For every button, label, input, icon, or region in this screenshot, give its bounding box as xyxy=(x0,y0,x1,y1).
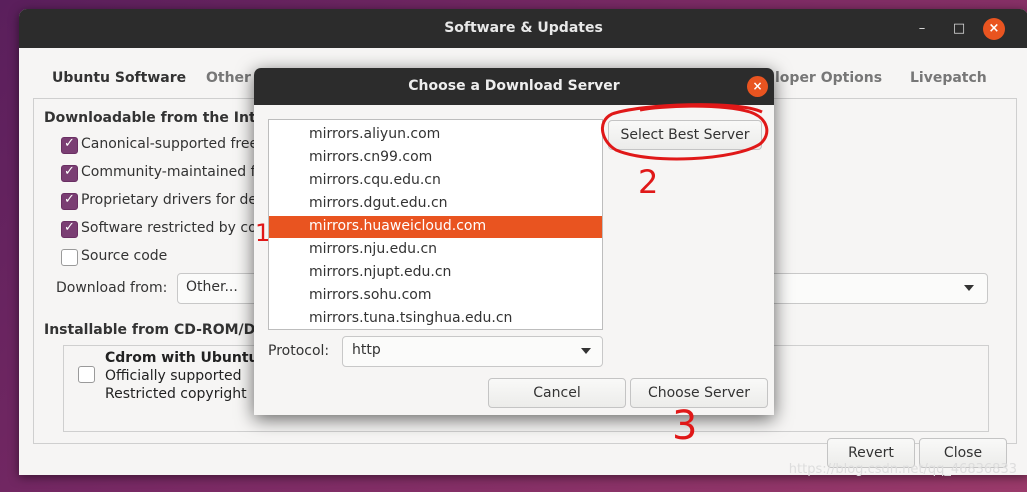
handwritten-annotations: 1 2 3 xyxy=(255,103,769,449)
annotation-two: 2 xyxy=(638,163,658,201)
annotation-three: 3 xyxy=(672,403,697,449)
watermark-text: https://blog.csdn.net/qq_46836833 xyxy=(788,462,1017,477)
circle-annotation xyxy=(601,103,769,161)
annotation-one: 1 xyxy=(255,219,270,247)
